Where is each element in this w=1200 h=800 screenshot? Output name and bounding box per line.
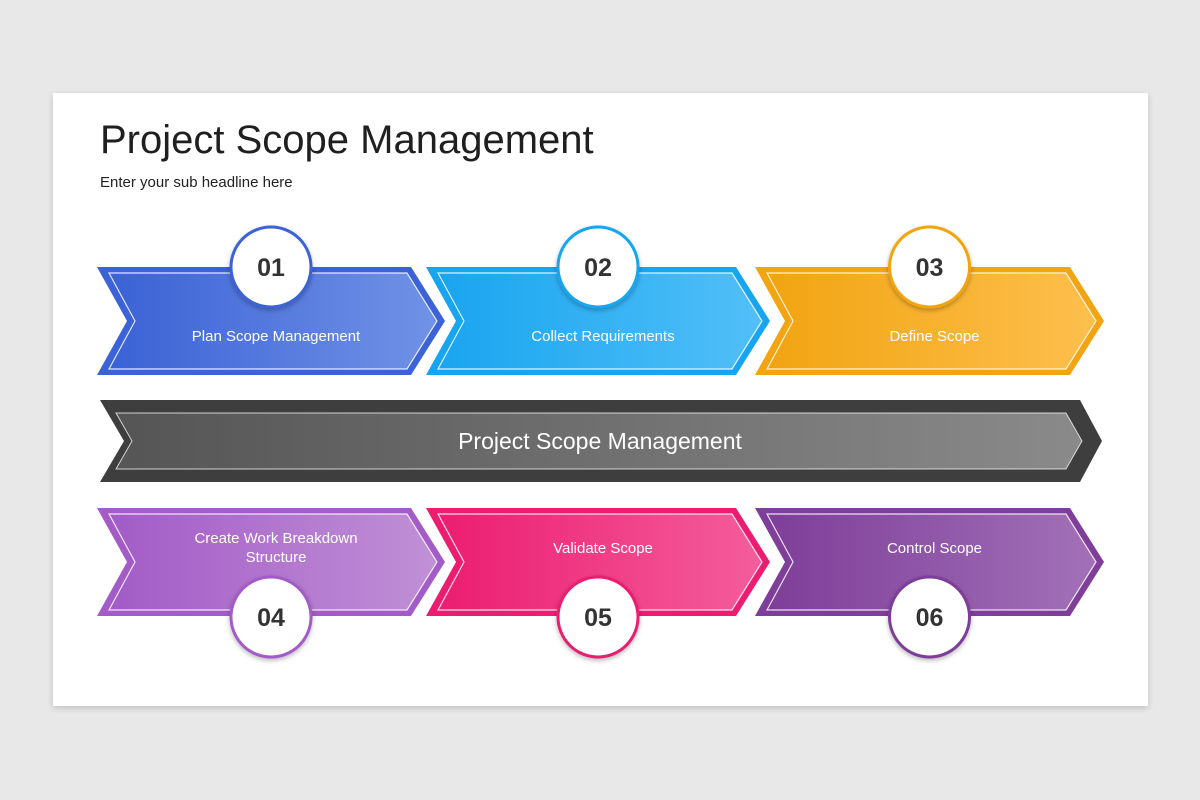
step-number: 05 [584, 604, 612, 632]
step-number-badge-6: 06 [888, 575, 971, 659]
step-number: 04 [257, 604, 285, 632]
step-label: Define Scope [889, 328, 979, 345]
step-label: Collect Requirements [531, 328, 674, 345]
step-number-badge-1: 01 [229, 225, 313, 309]
step-number: 03 [916, 254, 944, 282]
step-number: 02 [584, 254, 612, 282]
step-number-badge-3: 03 [888, 225, 971, 309]
step-number: 01 [257, 254, 285, 282]
center-banner-arrow: Project Scope Management [100, 400, 1102, 482]
process-diagram: Plan Scope Management Collect Requirement… [97, 225, 1104, 659]
step-number-badge-4: 04 [229, 575, 313, 659]
step-label: Validate Scope [553, 540, 653, 557]
step-number: 06 [916, 604, 944, 632]
center-banner-label: Project Scope Management [458, 428, 742, 454]
step-label: Control Scope [887, 540, 982, 557]
step-label: Plan Scope Management [192, 328, 361, 345]
step-number-badge-2: 02 [556, 225, 640, 309]
step-number-badge-5: 05 [556, 575, 640, 659]
